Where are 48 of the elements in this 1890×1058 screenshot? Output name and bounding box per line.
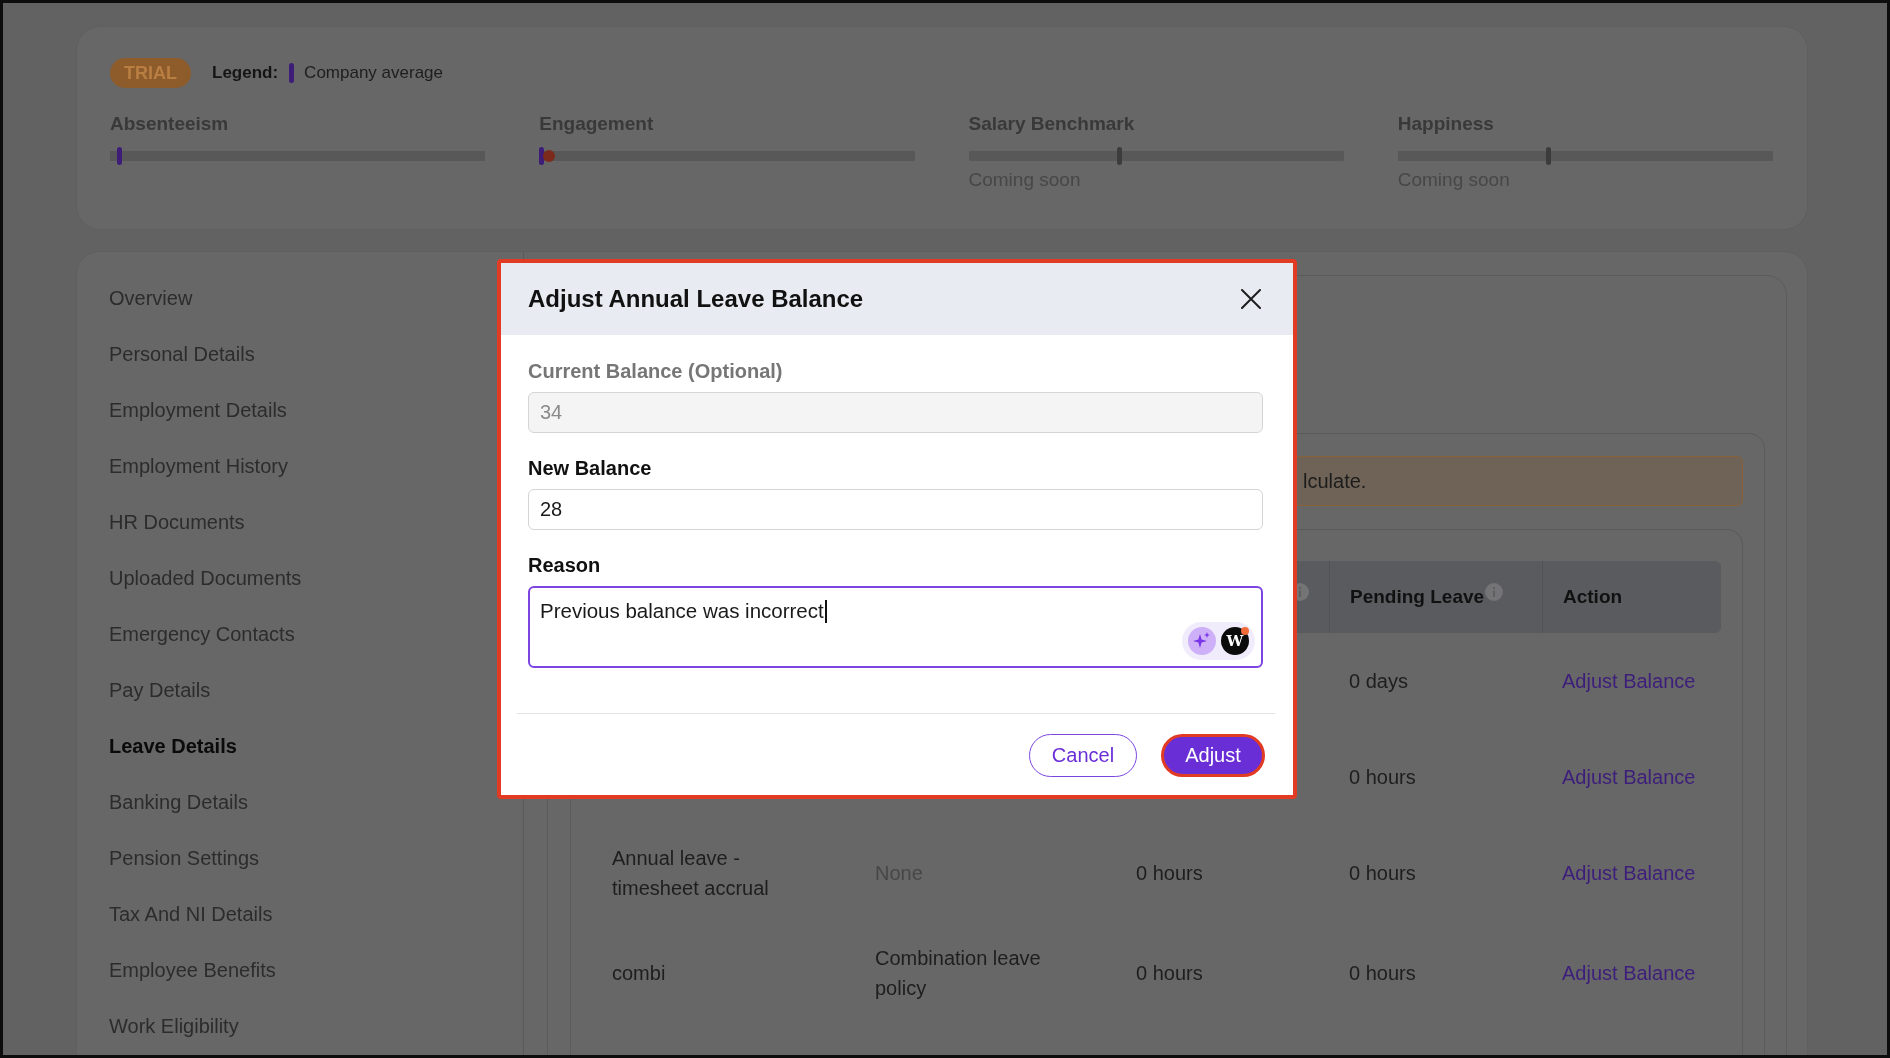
sparkle-icon[interactable] [1188, 627, 1216, 655]
sidebar-item[interactable]: Personal Details [109, 326, 255, 382]
sidebar-item[interactable]: Employment History [109, 438, 288, 494]
sidebar-item[interactable]: Emergency Contacts [109, 606, 295, 662]
table-cell: Combination leave policy [875, 947, 1041, 999]
reason-field[interactable]: Previous balance was incorrect W [528, 586, 1263, 668]
sidebar-item[interactable]: Uploaded Documents [109, 550, 302, 606]
sidebar-item[interactable]: Overview [109, 270, 193, 326]
adjust-balance-link[interactable]: Adjust Balance [1562, 670, 1696, 692]
dialog-title: Adjust Annual Leave Balance [528, 285, 864, 313]
sidebar-item[interactable]: Banking Details [109, 774, 248, 830]
text-cursor-icon [824, 599, 827, 623]
cancel-button[interactable]: Cancel [1029, 734, 1137, 777]
close-button[interactable] [1241, 289, 1261, 309]
sidebar-item[interactable]: Work Eligibility [109, 998, 239, 1054]
close-icon [1241, 289, 1261, 309]
table-cell: Annual leave - timesheet accrual [612, 847, 769, 899]
table-cell: 0 hours [1349, 766, 1416, 788]
logo-letter: W [1226, 632, 1244, 650]
column-header: Pending Leave [1350, 586, 1485, 608]
table-cell: 0 hours [1349, 962, 1416, 984]
sidebar-item[interactable]: HR Documents [109, 494, 245, 550]
reason-text: Previous balance was incorrect [540, 599, 824, 623]
adjust-balance-link[interactable]: Adjust Balance [1562, 962, 1696, 984]
legend-label: Legend: [212, 63, 279, 83]
logo-badge[interactable]: W [1221, 627, 1249, 655]
table-cell: 0 hours [1136, 862, 1203, 884]
sidebar-item[interactable]: Pension Settings [109, 830, 260, 886]
legend-text: Company average [304, 63, 444, 83]
table-cell: 0 days [1349, 670, 1408, 692]
sidebar-item[interactable]: Employee Benefits [109, 942, 276, 998]
sidebar-item[interactable]: Leave Details [109, 718, 237, 774]
field-label: Current Balance (Optional) [528, 359, 783, 384]
sidebar-item[interactable]: Tax And NI Details [109, 886, 273, 942]
input-field[interactable]: 28 [528, 489, 1263, 530]
adjust-button[interactable]: Adjust [1161, 734, 1265, 777]
field-label: New Balance [528, 456, 652, 481]
sidebar-item[interactable]: Pay Details [109, 662, 211, 718]
table-cell: 0 hours [1136, 962, 1203, 984]
column-header: Action [1563, 586, 1623, 608]
table-cell: combi [612, 962, 666, 984]
field-label: Reason [528, 553, 601, 578]
sidebar-item[interactable]: Employment Details [109, 382, 287, 438]
legend-marker-icon [289, 63, 295, 83]
adjust-balance-link[interactable]: Adjust Balance [1562, 862, 1696, 884]
banner-text: lculate. [1303, 469, 1367, 493]
adjust-balance-link[interactable]: Adjust Balance [1562, 766, 1696, 788]
table-cell: 0 hours [1349, 862, 1416, 884]
